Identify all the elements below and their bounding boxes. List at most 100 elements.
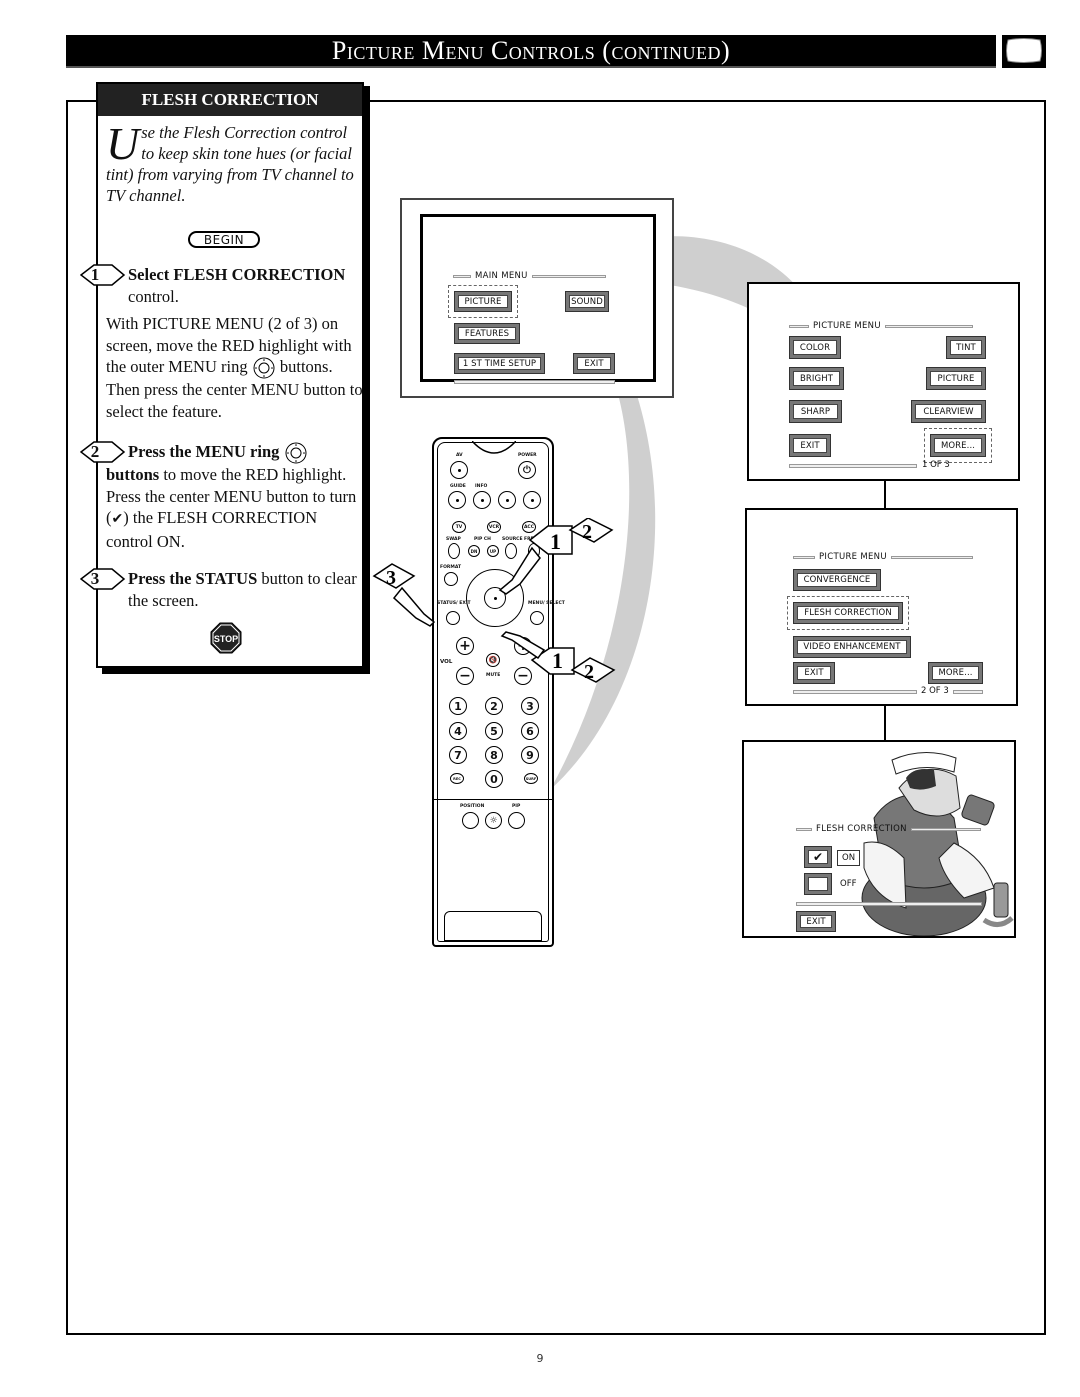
step-2: 2 Press the MENU ring buttons to move th… (80, 441, 364, 552)
picture-menu-sharp-button[interactable]: SHARP (789, 400, 842, 423)
remote-callouts: 1 2 3 1 2 (372, 518, 616, 683)
step-2-number-badge: 2 (80, 441, 126, 463)
callout-step-2-top: 2 (568, 518, 614, 543)
main-menu-screen: MAIN MENU PICTURE SOUND FEATURES 1 ST TI… (420, 214, 656, 384)
page-indicator: 2 OF 3 (921, 686, 949, 696)
callout-step-1-top: 1 (528, 525, 573, 555)
main-menu-exit-button[interactable]: EXIT (573, 353, 615, 374)
picture-menu-more-button[interactable]: MORE... (928, 662, 983, 684)
remote-battery-cover (444, 911, 542, 941)
remote-digit-0[interactable]: 0 (485, 770, 503, 788)
checkmark-icon: ✔ (111, 512, 124, 528)
main-menu-picture-button[interactable]: PICTURE (448, 285, 518, 318)
page-indicator: 1 OF 3 (922, 460, 950, 470)
remote-digit-6[interactable]: 6 (521, 722, 539, 740)
remote-divider (434, 799, 552, 800)
checkmark-icon: ✔ (808, 850, 828, 864)
remote-digit-2[interactable]: 2 (485, 697, 503, 715)
remote-digit-3[interactable]: 3 (521, 697, 539, 715)
remote-digit-4[interactable]: 4 (449, 722, 467, 740)
menu-divider (789, 464, 917, 468)
remote-pip-button[interactable] (508, 812, 525, 829)
intro-dropcap: U (106, 118, 140, 169)
begin-badge: BEGIN (188, 231, 260, 248)
picture-menu-exit-button[interactable]: EXIT (793, 662, 835, 684)
picture-menu-picture-button[interactable]: PICTURE (926, 367, 986, 390)
main-menu-tv-frame: MAIN MENU PICTURE SOUND FEATURES 1 ST TI… (400, 198, 674, 398)
flesh-correction-exit-button[interactable]: EXIT (796, 911, 836, 932)
svg-text:STOP: STOP (214, 634, 238, 644)
menu-divider (953, 690, 983, 694)
remote-ir-window (472, 441, 516, 454)
main-menu-first-time-setup-button[interactable]: 1 ST TIME SETUP (454, 353, 545, 374)
tv-screen-icon (1002, 35, 1046, 68)
remote-digit-9[interactable]: 9 (521, 746, 539, 764)
page-header-bar: Picture Menu Controls (continued) (66, 35, 996, 68)
svg-text:3: 3 (386, 567, 396, 589)
picture-menu-1-title: PICTURE MENU (789, 321, 973, 331)
step-1: 1 Select FLESH CORRECTION control. With … (80, 264, 364, 422)
menu-divider (454, 380, 615, 384)
svg-text:1: 1 (550, 529, 561, 554)
picture-menu-color-button[interactable]: COLOR (789, 336, 841, 359)
remote-color-button[interactable] (523, 491, 541, 509)
page-title: Picture Menu Controls (continued) (331, 35, 731, 65)
picture-menu-flesh-correction-button[interactable]: FLESH CORRECTION (787, 596, 909, 630)
picture-menu-page-2-screen: PICTURE MENU CONVERGENCE FLESH CORRECTIO… (745, 508, 1018, 706)
menu-divider (796, 902, 982, 906)
svg-text:2: 2 (584, 661, 594, 683)
pointing-hand-icon (392, 586, 436, 627)
remote-digit-7[interactable]: 7 (449, 746, 467, 764)
remote-surf-button[interactable]: SURF (524, 773, 538, 784)
svg-text:1: 1 (552, 648, 563, 673)
picture-menu-clearview-button[interactable]: CLEARVIEW (911, 400, 986, 423)
remote-position-center-button[interactable]: ☼ (485, 812, 502, 829)
remote-guide-button[interactable] (448, 491, 466, 509)
flesh-correction-on-label: ON (837, 850, 861, 866)
flesh-correction-on-checkbox[interactable]: ✔ (804, 846, 832, 868)
remote-rec-button[interactable]: REC (450, 773, 464, 784)
flesh-correction-off-label: OFF (840, 879, 857, 889)
menu-ring-icon (285, 442, 307, 464)
remote-color-button[interactable] (498, 491, 516, 509)
pointing-hand-icon (500, 631, 546, 660)
step-3-lead: Press the STATUS (128, 569, 258, 588)
main-menu-sound-button[interactable]: SOUND (565, 291, 609, 312)
step-2-lead: Press the MENU ring (128, 442, 280, 461)
flesh-correction-title: FLESH CORRECTION (796, 824, 981, 834)
menu-divider (793, 690, 917, 694)
page-number: 9 (536, 1352, 544, 1365)
flesh-correction-off-checkbox[interactable] (804, 873, 832, 895)
svg-text:2: 2 (582, 521, 592, 543)
remote-av-button[interactable] (450, 461, 468, 479)
step-1-lead: Select FLESH CORRECTION (128, 265, 346, 284)
picture-menu-page-1-screen: PICTURE MENU COLOR TINT BRIGHT PICTURE S… (747, 282, 1020, 481)
stop-sign-icon: STOP (210, 622, 242, 654)
flesh-correction-screen: FLESH CORRECTION ✔ ON OFF EXIT (742, 740, 1016, 938)
remote-power-button[interactable]: ⏻ (518, 461, 536, 479)
panel-heading: FLESH CORRECTION (98, 84, 362, 116)
picture-menu-convergence-button[interactable]: CONVERGENCE (793, 569, 881, 591)
main-menu-title: MAIN MENU (453, 271, 606, 281)
remote-digit-5[interactable]: 5 (485, 722, 503, 740)
flow-arrow-down (879, 706, 891, 751)
instructions-panel: FLESH CORRECTION Use the Flesh Correctio… (80, 82, 364, 668)
remote-digit-1[interactable]: 1 (449, 697, 467, 715)
callout-step-3: 3 (372, 563, 416, 589)
picture-menu-video-enhancement-button[interactable]: VIDEO ENHANCEMENT (793, 636, 911, 658)
remote-control: AV POWER ⏻ GUIDE INFO TV VCR ACC SWAP PI… (432, 437, 565, 947)
intro-body: se the Flesh Correction control to keep … (106, 123, 354, 205)
remote-position-left-button[interactable] (462, 812, 479, 829)
step-3: 3 Press the STATUS button to clear the s… (80, 568, 364, 611)
picture-menu-tint-button[interactable]: TINT (946, 336, 986, 359)
main-menu-features-button[interactable]: FEATURES (454, 323, 520, 344)
step-3-number-badge: 3 (80, 568, 126, 590)
remote-info-button[interactable] (473, 491, 491, 509)
sailor-illustration (861, 751, 1014, 936)
picture-menu-bright-button[interactable]: BRIGHT (789, 367, 844, 390)
remote-digit-8[interactable]: 8 (485, 746, 503, 764)
picture-menu-exit-button[interactable]: EXIT (789, 434, 831, 457)
callout-step-2-bottom: 2 (570, 657, 616, 683)
step-1-number-badge: 1 (80, 264, 126, 286)
picture-menu-more-button[interactable]: MORE... (924, 428, 992, 463)
